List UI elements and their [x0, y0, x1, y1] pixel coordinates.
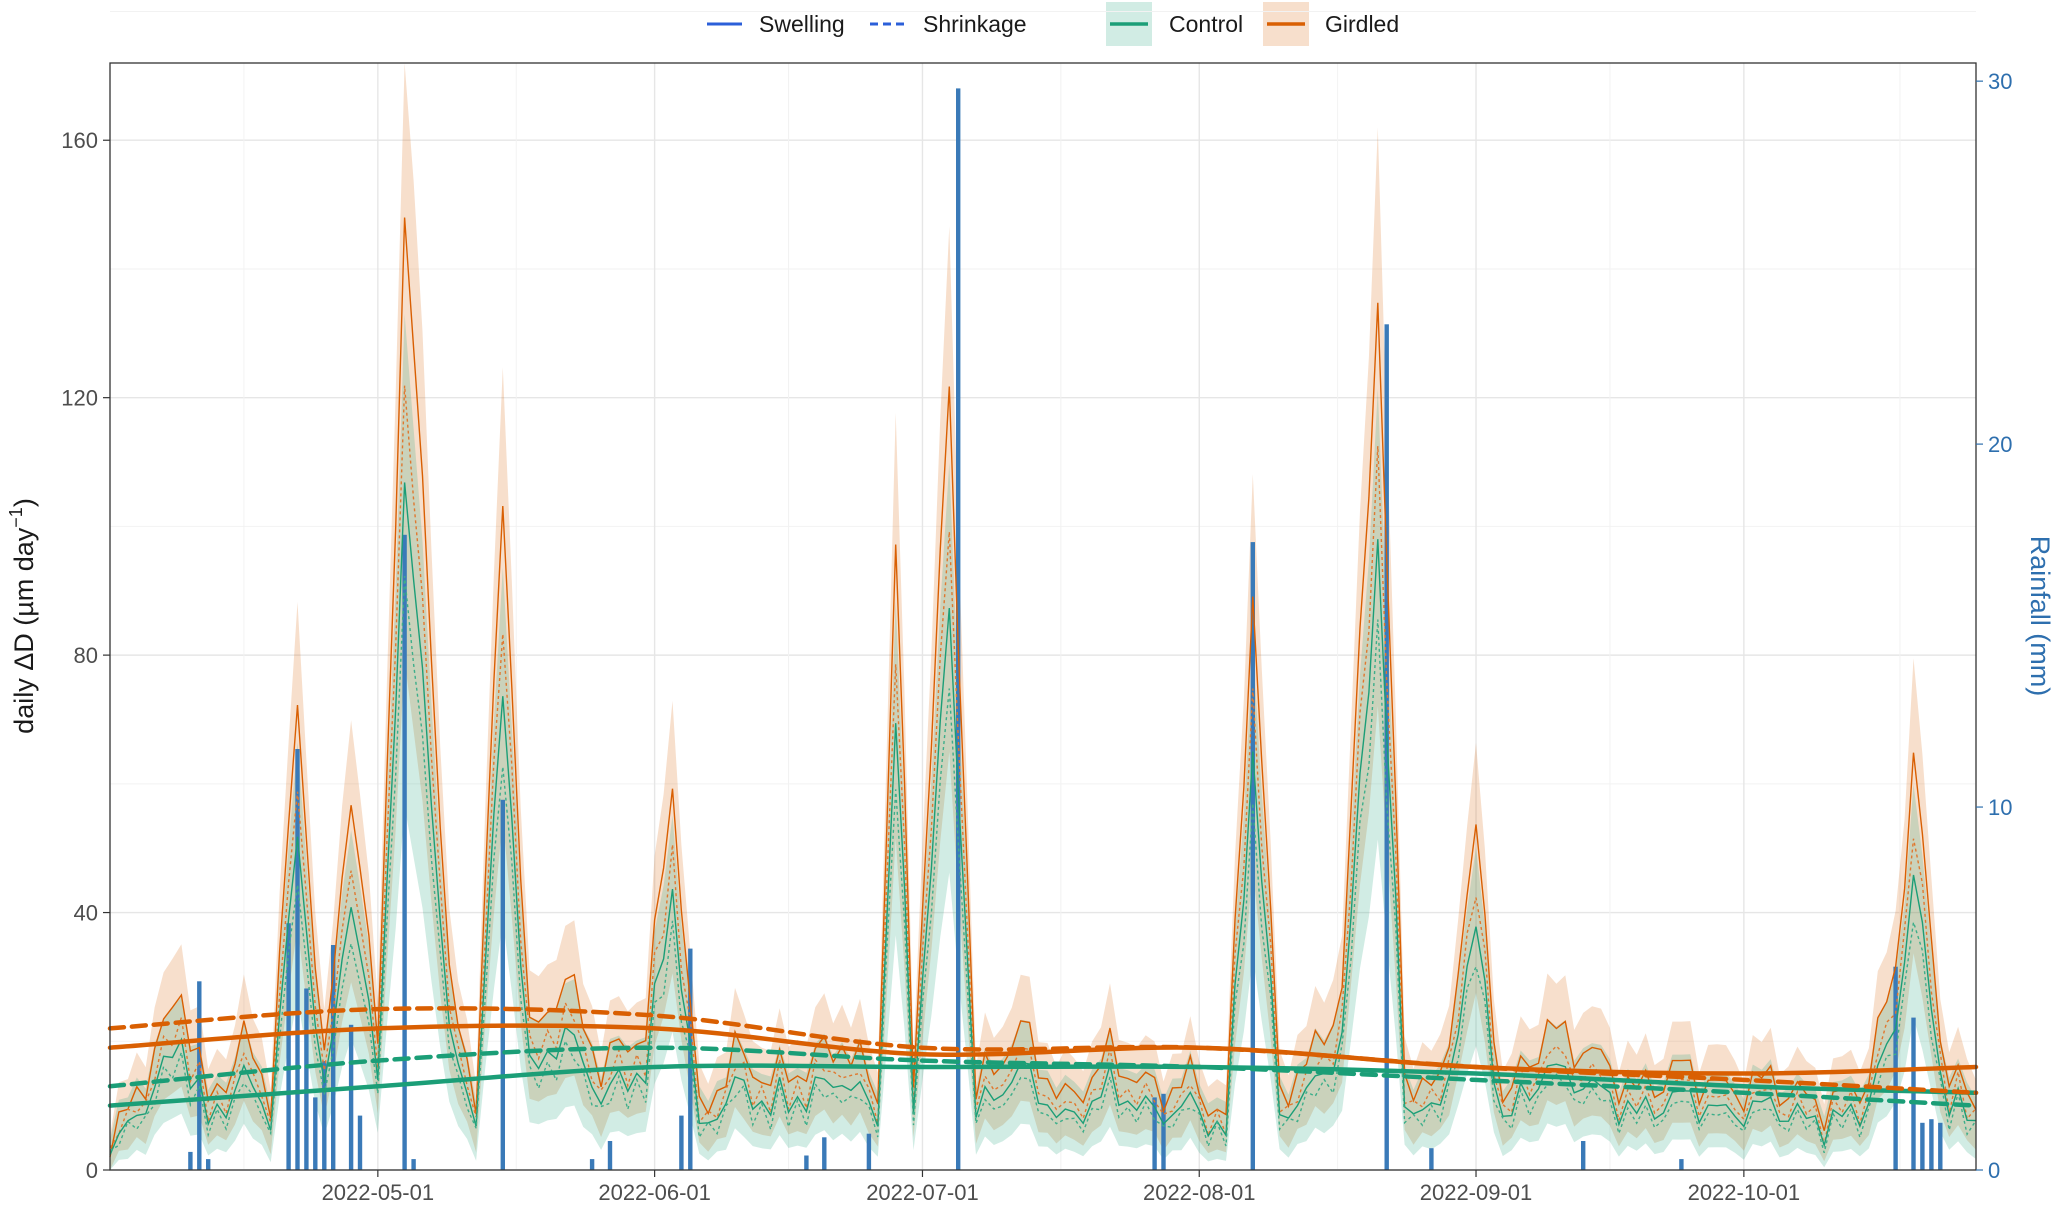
- y2-tick-label: 20: [1988, 432, 2012, 457]
- y-tick-label: 160: [61, 128, 98, 153]
- rainfall-bar: [295, 749, 300, 1170]
- rainfall-bar: [1429, 1148, 1434, 1170]
- rainfall-bar: [1679, 1159, 1684, 1170]
- rainfall-bar: [411, 1159, 416, 1170]
- y2-tick-label: 10: [1988, 795, 2012, 820]
- rainfall-bar: [804, 1155, 809, 1170]
- rainfall-bar: [1938, 1122, 1943, 1170]
- rainfall-bar: [1920, 1122, 1925, 1170]
- rainfall-bar: [348, 1024, 354, 1170]
- rainfall-bar: [313, 1097, 318, 1170]
- rainfall-bar: [304, 988, 309, 1170]
- rainfall-bar: [866, 1133, 872, 1170]
- y-tick-label: 0: [86, 1158, 98, 1183]
- rainfall-bar: [357, 1115, 363, 1170]
- y-tick-label: 120: [61, 386, 98, 411]
- legend-label-girdled: Girdled: [1325, 11, 1399, 37]
- y-tick-label: 40: [74, 901, 98, 926]
- rainfall-bar: [1581, 1141, 1586, 1170]
- chart-figure: Swelling Shrinkage Control Girdled 2022-…: [0, 0, 2055, 1206]
- x-tick-label: 2022-06-01: [598, 1180, 711, 1205]
- x-tick-label: 2022-09-01: [1420, 1180, 1533, 1205]
- y2-tick-label: 0: [1988, 1158, 2000, 1183]
- rainfall-bar: [500, 799, 505, 1170]
- rainfall-bar: [1911, 1017, 1916, 1170]
- legend-label-swelling: Swelling: [759, 11, 845, 37]
- rainfall-bar: [679, 1115, 684, 1170]
- y2-tick-label: 30: [1988, 69, 2012, 94]
- y-axis-title: daily ΔD (µm day−1): [6, 498, 39, 734]
- x-tick-label: 2022-08-01: [1143, 1180, 1256, 1205]
- rainfall-bar: [1929, 1119, 1934, 1170]
- rainfall-bar: [607, 1141, 613, 1170]
- x-tick-label: 2022-05-01: [322, 1180, 435, 1205]
- y-tick-label: 80: [74, 643, 98, 668]
- legend-label-shrinkage: Shrinkage: [923, 11, 1027, 37]
- x-tick-label: 2022-07-01: [866, 1180, 979, 1205]
- rainfall-bar: [402, 534, 407, 1170]
- rainfall-bar: [188, 1151, 193, 1170]
- rainfall-bar: [206, 1159, 211, 1170]
- y2-axis-title: Rainfall (mm): [2025, 536, 2055, 697]
- x-tick-label: 2022-10-01: [1688, 1180, 1801, 1205]
- rainfall-bar: [822, 1137, 827, 1170]
- rainfall-bar: [589, 1159, 595, 1170]
- legend-label-control: Control: [1169, 11, 1243, 37]
